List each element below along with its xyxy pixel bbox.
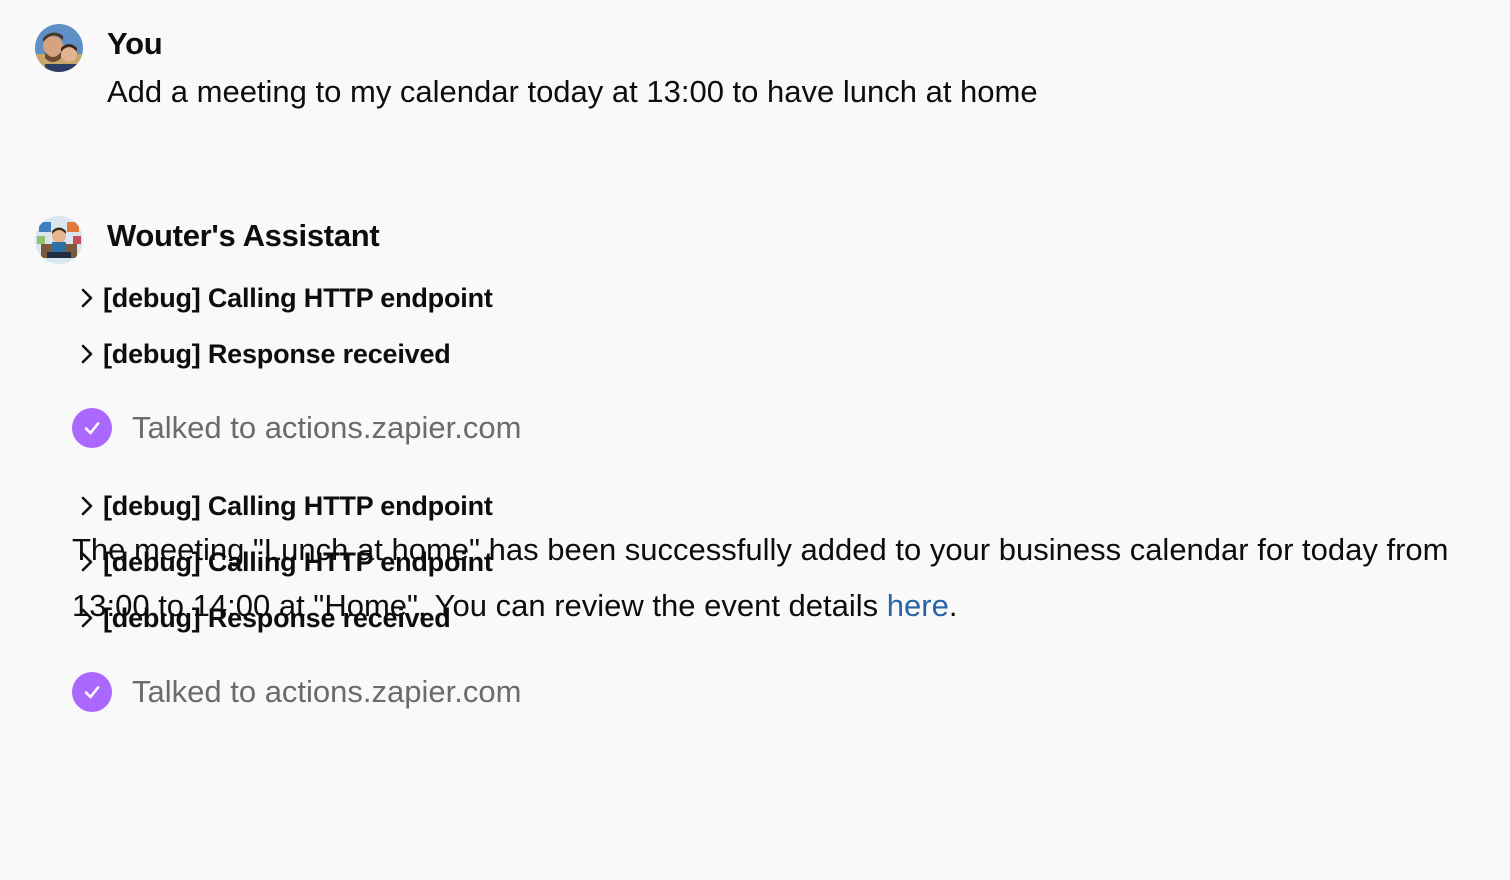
check-circle-icon: [72, 408, 112, 448]
event-details-link[interactable]: here: [887, 588, 949, 623]
user-author-name: You: [107, 26, 163, 61]
reply-text: The meeting "Lunch at home" has been suc…: [72, 532, 1449, 623]
action-status-text: Talked to actions.zapier.com: [132, 410, 522, 445]
action-status-zapier: Talked to actions.zapier.com: [72, 407, 521, 449]
debug-toggle-calling-endpoint[interactable]: [debug] Calling HTTP endpoint: [80, 280, 493, 316]
assistant-avatar: [35, 216, 83, 264]
user-avatar: [35, 24, 83, 72]
assistant-reply-text: The meeting "Lunch at home" has been suc…: [72, 522, 1452, 634]
reply-text-end: .: [948, 588, 958, 623]
action-status-zapier: Talked to actions.zapier.com: [72, 671, 521, 713]
chevron-right-icon: [81, 288, 93, 308]
chevron-right-icon: [81, 344, 93, 364]
assistant-author-name: Wouter's Assistant: [107, 218, 380, 253]
debug-label: [debug] Response received: [103, 338, 451, 369]
chevron-right-icon: [81, 496, 93, 516]
debug-label: [debug] Calling HTTP endpoint: [103, 490, 493, 521]
debug-toggle-response-received[interactable]: [debug] Response received: [80, 336, 451, 372]
debug-toggle-calling-endpoint[interactable]: [debug] Calling HTTP endpoint: [80, 488, 493, 524]
user-photo-avatar-icon: [35, 24, 83, 72]
check-circle-icon: [72, 672, 112, 712]
action-status-text: Talked to actions.zapier.com: [132, 674, 522, 709]
debug-label: [debug] Calling HTTP endpoint: [103, 282, 493, 313]
assistant-illustration-avatar-icon: [35, 216, 83, 264]
chat-thread: You Add a meeting to my calendar today a…: [0, 0, 1510, 880]
user-message-text: Add a meeting to my calendar today at 13…: [107, 74, 1038, 109]
